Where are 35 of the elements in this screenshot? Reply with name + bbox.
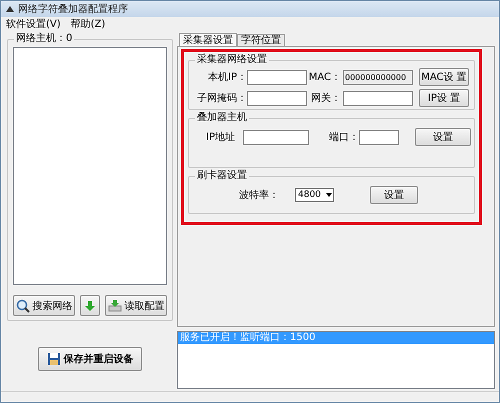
input-field[interactable] <box>247 90 307 106</box>
tray-icon <box>108 300 122 312</box>
input-field[interactable] <box>247 70 307 84</box>
down-arrow-icon <box>85 300 95 310</box>
field-label: IP地址 <box>205 130 235 144</box>
input-field[interactable] <box>343 90 413 106</box>
group-title: 网络主机：0 <box>14 33 74 45</box>
tab[interactable]: 字符位置 <box>237 34 285 46</box>
field-label: 本机IP： <box>207 70 247 84</box>
group-title: 叠加器主机 <box>195 112 249 124</box>
set-button[interactable]: 设置 <box>415 128 471 146</box>
save-restart-button[interactable]: 保存并重启设备 <box>38 347 142 371</box>
search-button[interactable]: 搜索网络 <box>13 295 75 316</box>
set-button[interactable]: MAC设 置 <box>419 68 469 86</box>
field-label: 端口： <box>328 130 359 144</box>
field-label: 网关： <box>310 92 341 105</box>
tab[interactable]: 采集器设置 <box>179 33 237 47</box>
menu-item[interactable]: 帮助(Z) <box>70 16 106 30</box>
input-field[interactable] <box>243 130 309 144</box>
field-label: MAC： <box>308 71 341 84</box>
set-button[interactable]: IP设 置 <box>419 89 469 107</box>
window-title: 网络字符叠加器配置程序 <box>18 2 128 16</box>
field-label: 子网掩码： <box>196 92 247 105</box>
field-label: 波特率： <box>238 188 279 202</box>
baud-rate-dropdown[interactable]: 4800 <box>295 188 334 202</box>
search-icon <box>16 298 30 312</box>
set-button[interactable]: 设置 <box>370 186 418 204</box>
menu-item[interactable]: 软件设置(V) <box>6 16 61 30</box>
group-title: 刷卡器设置 <box>195 170 249 182</box>
host-list[interactable] <box>13 47 167 285</box>
group-title: 采集器网络设置 <box>195 54 269 66</box>
arrow-button[interactable] <box>80 295 100 316</box>
input-field[interactable] <box>359 130 399 144</box>
app-icon <box>5 5 15 13</box>
read-config-button[interactable]: 读取配置 <box>105 295 167 316</box>
